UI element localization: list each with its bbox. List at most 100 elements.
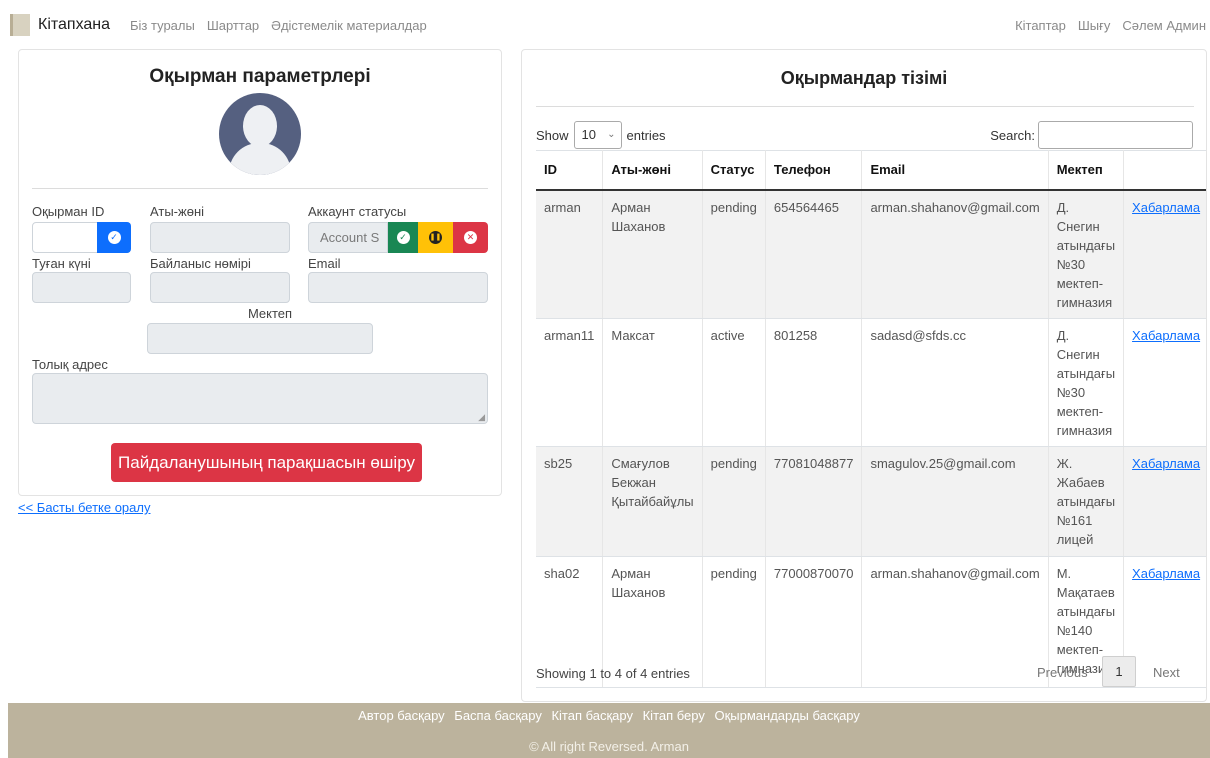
cell-status: pending (702, 189, 766, 319)
school-label: Мектеп (247, 306, 293, 321)
x-circle-icon: ✕ (464, 231, 477, 244)
cell-name: Смағулов Бекжан Қытайбайұлы (602, 446, 703, 557)
search-label: Search: (990, 127, 1035, 143)
cell-school: Д. Снегин атындағы №30 мектеп-гимназия (1048, 318, 1125, 447)
cell-email: sadasd@sfds.cc (861, 318, 1049, 447)
show-label: Show (536, 127, 569, 143)
reader-params-title: Оқырман параметрлері (149, 66, 371, 87)
birth-date-label: Туған күні (32, 256, 91, 271)
col-header-email[interactable]: Email (861, 150, 1049, 191)
col-header-id[interactable]: ID (536, 150, 604, 191)
message-link[interactable]: Хабарлама (1132, 456, 1200, 471)
cell-phone: 801258 (765, 318, 863, 447)
reader-params-card: Оқырман параметрлері Оқырман ID ✓ Аты-жө… (18, 49, 502, 496)
cell-status: active (702, 318, 766, 447)
cell-phone: 654564465 (765, 189, 863, 319)
chevron-down-icon: ⌄ (607, 129, 616, 140)
cell-email: arman.shahanov@gmail.com (861, 556, 1049, 688)
col-header-phone[interactable]: Телефон (765, 150, 863, 191)
footer: Автор басқару Баспа басқару Кітап басқар… (8, 703, 1210, 758)
top-navbar: Кітапхана Біз туралы Шарттар Әдістемелік… (0, 0, 1210, 50)
col-header-status[interactable]: Статус (702, 150, 766, 191)
cell-email: arman.shahanov@gmail.com (861, 189, 1049, 319)
cell-school: Д. Снегин атындағы №30 мектеп-гимназия (1048, 189, 1125, 319)
cell-phone: 77000870070 (765, 556, 863, 688)
pagination-next[interactable]: Next (1153, 665, 1180, 680)
nav-link-logout[interactable]: Шығу (1078, 18, 1111, 33)
nav-link-greeting[interactable]: Сәлем Админ (1122, 18, 1206, 33)
nav-link-books[interactable]: Кітаптар (1015, 18, 1066, 33)
message-link[interactable]: Хабарлама (1132, 566, 1200, 581)
block-account-button[interactable]: ✕ (453, 222, 488, 253)
readers-list-title: Оқырмандар тізімі (780, 68, 948, 88)
nav-link-about[interactable]: Біз туралы (130, 18, 195, 33)
reader-id-submit-button[interactable]: ✓ (97, 222, 131, 253)
back-home-link[interactable]: << Басты бетке оралу (18, 500, 150, 515)
footer-links: Автор басқару Баспа басқару Кітап басқар… (8, 708, 1210, 723)
birth-date-field[interactable] (32, 272, 131, 303)
message-link[interactable]: Хабарлама (1132, 200, 1200, 215)
col-header-name[interactable]: Аты-жөні (602, 150, 703, 191)
footer-link-authors[interactable]: Автор басқару (358, 708, 445, 723)
brand[interactable]: Кітапхана (10, 14, 110, 36)
footer-link-publishers[interactable]: Баспа басқару (454, 708, 542, 723)
cell-id: arman (536, 189, 604, 319)
table-search: Search: (990, 121, 1193, 149)
divider (536, 106, 1194, 107)
full-address-textarea[interactable]: ◢ (32, 373, 488, 424)
pagination-previous[interactable]: Previous (1037, 665, 1088, 680)
footer-link-books[interactable]: Кітап басқару (551, 708, 633, 723)
cell-phone: 77081048877 (765, 446, 863, 557)
cell-name: Арман Шаханов (602, 189, 703, 319)
pagination-page-1[interactable]: 1 (1102, 656, 1136, 687)
cell-id: arman11 (536, 318, 604, 447)
brand-title: Кітапхана (38, 16, 111, 33)
page-size-select[interactable]: 10 ⌄ (573, 121, 622, 149)
nav-left: Біз туралы Шарттар Әдістемелік материалд… (130, 18, 427, 33)
delete-user-button[interactable]: Пайдаланушының парақшасын өшіру (111, 443, 422, 482)
footer-link-issue-book[interactable]: Кітап беру (643, 708, 705, 723)
contact-number-label: Байланыс нөмірі (150, 256, 251, 271)
resize-handle-icon[interactable]: ◢ (478, 412, 485, 423)
table-row: arman Арман Шаханов pending 654564465 ar… (536, 189, 1206, 319)
col-header-school[interactable]: Мектеп (1048, 150, 1125, 191)
readers-list-card: Оқырмандар тізімі Show 10 ⌄ entries Sear… (521, 49, 1207, 702)
cell-status: pending (702, 446, 766, 557)
pause-circle-icon: ❚❚ (429, 231, 442, 244)
email-field[interactable] (308, 272, 488, 303)
reader-id-input[interactable] (32, 222, 98, 253)
nav-right: Кітаптар Шығу Сәлем Админ (1015, 18, 1206, 33)
cell-name: Максат (602, 318, 703, 447)
divider (32, 188, 488, 189)
cell-school: Ж. Жабаев атындағы №161 лицей (1048, 446, 1125, 557)
pagination: Previous 1 Next (1036, 656, 1194, 689)
pause-account-button[interactable]: ❚❚ (418, 222, 453, 253)
copyright: © All right Reversed. Arman (529, 739, 689, 754)
entries-label: entries (626, 127, 666, 143)
full-name-field[interactable] (150, 222, 290, 253)
table-row: arman11 Максат active 801258 sadasd@sfds… (536, 318, 1206, 447)
school-field[interactable] (147, 323, 373, 354)
account-status-label: Аккаунт статусы (308, 204, 407, 219)
check-circle-icon: ✓ (396, 231, 410, 244)
activate-account-button[interactable]: ✓ (388, 222, 418, 253)
message-link[interactable]: Хабарлама (1132, 328, 1200, 343)
contact-number-field[interactable] (150, 272, 290, 303)
table-header-row: ID Аты-жөні Статус Телефон Email Мектеп (536, 150, 1206, 191)
reader-id-label: Оқырман ID (32, 204, 105, 219)
book-logo-icon (10, 14, 30, 36)
col-header-action (1123, 150, 1206, 191)
nav-link-materials[interactable]: Әдістемелік материалдар (271, 18, 427, 33)
page-size-value: 10 (581, 127, 596, 142)
cell-status: pending (702, 556, 766, 688)
table-row: sb25 Смағулов Бекжан Қытайбайұлы pending… (536, 446, 1206, 557)
search-input[interactable] (1038, 121, 1193, 149)
table-info: Showing 1 to 4 of 4 entries (536, 666, 690, 681)
account-status-field[interactable]: Account S (308, 222, 388, 253)
footer-link-readers[interactable]: Оқырмандарды басқару (715, 708, 860, 723)
nav-link-terms[interactable]: Шарттар (207, 18, 259, 33)
full-address-label: Толық адрес (32, 357, 108, 372)
cell-id: sb25 (536, 446, 604, 557)
check-circle-icon: ✓ (107, 231, 121, 244)
full-name-label: Аты-жөні (150, 204, 205, 219)
